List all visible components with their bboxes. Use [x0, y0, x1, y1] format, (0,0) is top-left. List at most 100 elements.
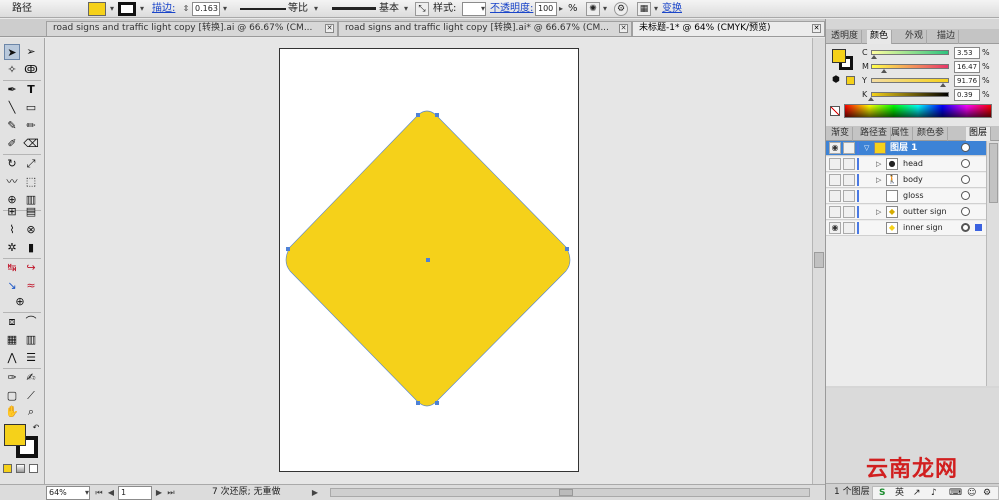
expand-icon[interactable]: ▽	[864, 142, 869, 154]
expand-icon[interactable]: ▷	[876, 174, 881, 186]
slider-thumb[interactable]	[868, 97, 875, 101]
magenta-value[interactable]: 16.47	[954, 61, 980, 73]
artboard[interactable]	[279, 48, 579, 472]
swap-colors-icon[interactable]: ↶	[28, 420, 44, 436]
canvas-vertical-scrollbar[interactable]	[812, 38, 825, 484]
brush-options-icon[interactable]: ⤡	[415, 2, 429, 16]
eye-icon[interactable]: ◉	[829, 222, 841, 234]
slider-thumb[interactable]	[880, 69, 887, 73]
stroke-weight-field[interactable]: 0.163	[192, 2, 220, 16]
expand-icon[interactable]: ▷	[876, 206, 881, 218]
zoom-tool-icon[interactable]: ⌕	[23, 404, 39, 420]
close-icon[interactable]: ✕	[325, 24, 334, 33]
cyan-value[interactable]: 3.53	[954, 47, 980, 59]
horizontal-scrollbar[interactable]	[330, 488, 810, 497]
recolor-icon[interactable]: ✺	[586, 2, 600, 16]
zoom-dropdown-icon[interactable]: ▾	[82, 486, 92, 500]
stroke-dropdown-icon[interactable]: ▾	[137, 2, 147, 16]
slider-magenta[interactable]: M 16.47 %	[826, 61, 999, 75]
brush-dropdown-icon[interactable]: ▾	[401, 2, 411, 16]
slider-track[interactable]	[871, 50, 949, 55]
fill-dropdown-icon[interactable]: ▾	[107, 2, 117, 16]
tab-color[interactable]: 颜色	[867, 30, 893, 44]
chart-tool-icon[interactable]: ▦	[4, 332, 20, 348]
prev-artboard-icon[interactable]: ◀	[106, 486, 116, 500]
eye-toggle[interactable]	[829, 206, 841, 218]
layer-name[interactable]: gloss	[903, 189, 924, 203]
layer-row[interactable]: ◉ ◆ inner sign	[826, 221, 986, 236]
pen-tool-icon[interactable]: ✒	[4, 82, 20, 98]
stroke-weight-dropdown-icon[interactable]: ▾	[220, 2, 230, 16]
scroll-thumb[interactable]	[559, 489, 573, 496]
layer-row[interactable]: ▷ ● head	[826, 157, 986, 172]
black-value[interactable]: 0.39	[954, 89, 980, 101]
ime-keyboard-icon[interactable]: ⌨	[949, 487, 962, 499]
transform-link[interactable]: 变换	[662, 2, 682, 16]
ime-settings-icon[interactable]: ⚙	[983, 487, 991, 499]
color-spectrum[interactable]	[844, 104, 992, 118]
status-menu-icon[interactable]: ▶	[310, 486, 320, 500]
target-icon[interactable]	[961, 143, 970, 152]
slider-thumb[interactable]	[870, 55, 877, 59]
eraser-tool-icon[interactable]: ⌫	[23, 136, 39, 152]
rotate-tool-icon[interactable]: ↻	[4, 156, 20, 172]
lasso-tool-icon[interactable]: ↂ	[23, 62, 39, 78]
slider-thumb[interactable]	[939, 83, 946, 87]
canvas-area[interactable]	[46, 38, 812, 484]
slider-yellow[interactable]: Y 91.76 %	[826, 75, 999, 89]
tab-document-3[interactable]: 未标题-1* @ 64% (CMYK/预览) ✕	[632, 21, 825, 36]
tab-pathfinder[interactable]: 路径查	[857, 127, 892, 141]
align-grid-icon[interactable]: ▦	[637, 2, 651, 16]
target-icon[interactable]	[961, 207, 970, 216]
mesh-tool-icon[interactable]: ⊞	[4, 204, 20, 220]
variable-width-line-icon[interactable]	[240, 8, 286, 10]
warp-tool-icon[interactable]: 〰	[4, 174, 20, 190]
layer-name[interactable]: 图层 1	[890, 141, 917, 155]
eyedropper-tool-icon[interactable]: ⌇	[4, 222, 20, 238]
slider-black[interactable]: K 0.39 %	[826, 89, 999, 103]
fill-color-box-front[interactable]	[4, 424, 26, 446]
target-icon[interactable]	[961, 175, 970, 184]
artboard-select-tool-icon[interactable]: ▢	[4, 388, 20, 404]
stroke-label-link[interactable]: 描边:	[152, 2, 175, 16]
rectangle-tool-icon[interactable]: ▭	[23, 100, 39, 116]
scale-tool-icon[interactable]: ⤢	[23, 156, 39, 172]
layer-row[interactable]: ▷ 🚶 body	[826, 173, 986, 188]
reshape-tool-icon[interactable]: ↪	[23, 260, 39, 276]
tab-gradient[interactable]: 渐变	[828, 127, 854, 141]
target-icon[interactable]	[961, 191, 970, 200]
knife-tool-icon[interactable]: ⟋	[23, 388, 39, 404]
artboard-tool-icon[interactable]: ⧈	[4, 314, 20, 330]
fill-swatch[interactable]	[88, 2, 106, 16]
none-color-icon[interactable]	[830, 106, 840, 116]
close-icon[interactable]: ✕	[812, 24, 821, 33]
layer-name[interactable]: inner sign	[903, 221, 943, 235]
target-icon[interactable]	[961, 223, 970, 232]
expand-icon[interactable]: ▷	[876, 158, 881, 170]
paintbrush-tool-icon[interactable]: ✎	[4, 118, 20, 134]
layer-name[interactable]: outter sign	[903, 205, 947, 219]
direct-selection-tool-icon[interactable]: ➢	[23, 44, 39, 60]
opacity-dropdown-icon[interactable]: ▸	[556, 2, 566, 16]
eyedropper-sample-tool-icon[interactable]: ✑	[4, 370, 20, 386]
column-graph-tool-icon[interactable]: ▮	[23, 240, 39, 256]
profile-dropdown-icon[interactable]: ▾	[311, 2, 321, 16]
zigzag-tool-icon[interactable]: ⋀	[4, 350, 20, 366]
pencil-tool-icon[interactable]: ✏	[23, 118, 39, 134]
tab-layers[interactable]: 图层	[966, 127, 992, 141]
tab-appearance[interactable]: 外观	[902, 30, 928, 44]
document-setup-icon[interactable]: ⚙	[614, 2, 628, 16]
stroke-swatch[interactable]	[118, 2, 136, 16]
tab-document-1[interactable]: road signs and traffic light copy [转换].a…	[46, 21, 338, 36]
eye-toggle[interactable]	[829, 158, 841, 170]
bar-chart-tool-icon[interactable]: ▥	[23, 332, 39, 348]
color-mode-icon[interactable]	[3, 464, 12, 473]
layer-name[interactable]: body	[903, 173, 923, 187]
layer-row[interactable]: ▷ ◆ outter sign	[826, 205, 986, 220]
hand-tool-icon[interactable]: ✋	[4, 404, 20, 420]
eye-icon[interactable]: ◉	[829, 142, 841, 154]
ime-user-icon[interactable]: ☺	[967, 487, 976, 499]
opacity-label-link[interactable]: 不透明度:	[490, 2, 533, 16]
slice-tool-icon[interactable]: ⌒	[23, 314, 39, 330]
scroll-thumb[interactable]	[989, 143, 998, 203]
